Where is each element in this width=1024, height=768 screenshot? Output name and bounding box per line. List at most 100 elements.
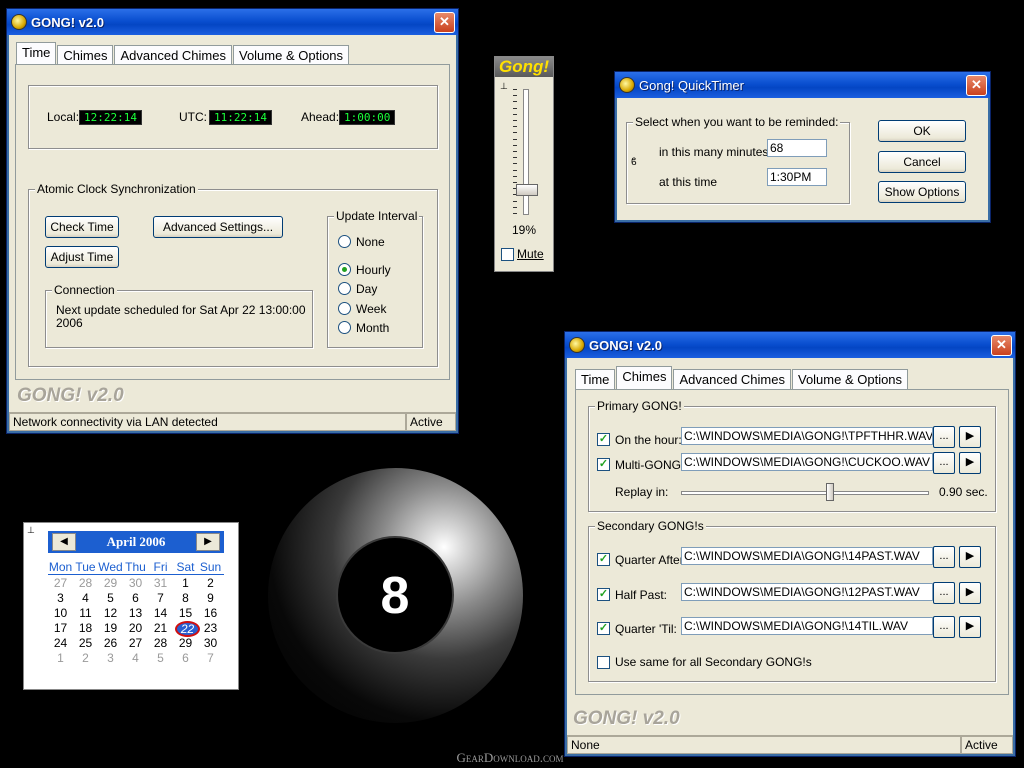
minutes-input[interactable]: 68 — [767, 139, 827, 157]
calendar-day[interactable]: 18 — [73, 621, 98, 635]
chimes-status-text: None — [567, 736, 961, 754]
interval-month-radio[interactable] — [338, 321, 351, 334]
calendar-day[interactable]: 2 — [73, 651, 98, 665]
quarter-til-browse-button[interactable]: ... — [933, 616, 955, 638]
on-the-hour-file-input[interactable]: C:\WINDOWS\MEDIA\GONG!\TPFTHHR.WAV — [681, 427, 933, 445]
quarter-til-play-button[interactable]: ▶ — [959, 616, 981, 638]
interval-hourly-radio[interactable] — [338, 263, 351, 276]
calendar-day[interactable]: 4 — [123, 651, 148, 665]
cancel-button[interactable]: Cancel — [878, 151, 966, 173]
calendar-day[interactable]: 7 — [198, 651, 223, 665]
quarter-after-checkbox[interactable]: ✓ — [597, 553, 610, 566]
next-month-button[interactable]: ▶ — [196, 533, 220, 551]
calendar-day[interactable]: 24 — [48, 636, 73, 650]
quicktimer-titlebar[interactable]: Gong! QuickTimer ✕ — [615, 72, 990, 98]
calendar-day[interactable]: 5 — [148, 651, 173, 665]
time-input[interactable]: 1:30PM — [767, 168, 827, 186]
calendar-day[interactable]: 22 — [175, 621, 200, 637]
reminder-group: Select when you want to be reminded: ϐ i… — [626, 115, 850, 204]
pin-icon[interactable]: ⊥ — [27, 525, 35, 536]
calendar-day[interactable]: 12 — [98, 606, 123, 620]
calendar-day[interactable]: 7 — [148, 591, 173, 605]
replay-slider-track[interactable] — [681, 491, 929, 495]
on-the-hour-browse-button[interactable]: ... — [933, 426, 955, 448]
ahead-time-display: 1:00:00 — [339, 110, 396, 125]
calendar-day[interactable]: 6 — [173, 651, 198, 665]
calendar-day[interactable]: 29 — [98, 576, 123, 590]
same-for-all-checkbox[interactable] — [597, 656, 610, 669]
multi-gong-browse-button[interactable]: ... — [933, 452, 955, 474]
quarter-til-checkbox[interactable]: ✓ — [597, 622, 610, 635]
interval-day-radio[interactable] — [338, 282, 351, 295]
calendar-day[interactable]: 15 — [173, 606, 198, 620]
half-past-play-button[interactable]: ▶ — [959, 582, 981, 604]
close-icon[interactable]: ✕ — [966, 75, 987, 96]
volume-slider-thumb[interactable] — [516, 184, 538, 197]
tab-time[interactable]: Time — [575, 369, 616, 391]
half-past-browse-button[interactable]: ... — [933, 582, 955, 604]
quarter-after-browse-button[interactable]: ... — [933, 546, 955, 568]
calendar-day[interactable]: 19 — [98, 621, 123, 635]
close-icon[interactable]: ✕ — [991, 335, 1012, 356]
calendar-day[interactable]: 5 — [98, 591, 123, 605]
calendar-day[interactable]: 28 — [73, 576, 98, 590]
half-past-checkbox[interactable]: ✓ — [597, 588, 610, 601]
half-past-file-input[interactable]: C:\WINDOWS\MEDIA\GONG!\12PAST.WAV — [681, 583, 933, 601]
calendar-day[interactable]: 17 — [48, 621, 73, 635]
show-options-button[interactable]: Show Options — [878, 181, 966, 203]
main-titlebar[interactable]: GONG! v2.0 ✕ — [7, 9, 458, 35]
multi-gong-checkbox[interactable]: ✓ — [597, 458, 610, 471]
on-the-hour-play-button[interactable]: ▶ — [959, 426, 981, 448]
calendar-day[interactable]: 9 — [198, 591, 223, 605]
ok-button[interactable]: OK — [878, 120, 966, 142]
tab-advanced-chimes[interactable]: Advanced Chimes — [673, 369, 791, 391]
calendar-day[interactable]: 11 — [73, 606, 98, 620]
chimes-titlebar[interactable]: GONG! v2.0 ✕ — [565, 332, 1015, 358]
calendar-day[interactable]: 1 — [48, 651, 73, 665]
interval-none-radio[interactable] — [338, 235, 351, 248]
calendar-day[interactable]: 28 — [148, 636, 173, 650]
calendar-day[interactable]: 31 — [148, 576, 173, 590]
check-time-button[interactable]: Check Time — [45, 216, 119, 238]
calendar-day[interactable]: 2 — [198, 576, 223, 590]
tab-chimes[interactable]: Chimes — [616, 366, 673, 391]
pin-icon[interactable]: ⊥ — [500, 81, 508, 92]
prev-month-button[interactable]: ◀ — [52, 533, 76, 551]
calendar-day[interactable]: 10 — [48, 606, 73, 620]
calendar-day[interactable]: 21 — [148, 621, 173, 635]
calendar-day[interactable]: 13 — [123, 606, 148, 620]
quarter-after-play-button[interactable]: ▶ — [959, 546, 981, 568]
on-the-hour-checkbox[interactable]: ✓ — [597, 433, 610, 446]
calendar-day[interactable]: 3 — [98, 651, 123, 665]
calendar-day[interactable]: 30 — [123, 576, 148, 590]
multi-gong-file-input[interactable]: C:\WINDOWS\MEDIA\GONG!\CUCKOO.WAV — [681, 453, 933, 471]
calendar-day[interactable]: 4 — [73, 591, 98, 605]
advanced-settings-button[interactable]: Advanced Settings... — [153, 216, 283, 238]
calendar-day[interactable]: 26 — [98, 636, 123, 650]
quarter-after-file-input[interactable]: C:\WINDOWS\MEDIA\GONG!\14PAST.WAV — [681, 547, 933, 565]
calendar-day[interactable]: 8 — [173, 591, 198, 605]
calendar-day[interactable]: 20 — [123, 621, 148, 635]
multi-gong-play-button[interactable]: ▶ — [959, 452, 981, 474]
adjust-time-button[interactable]: Adjust Time — [45, 246, 119, 268]
replay-slider-thumb[interactable] — [825, 483, 834, 501]
calendar-day[interactable]: 14 — [148, 606, 173, 620]
magic-8-ball[interactable]: 8 — [268, 468, 523, 723]
quarter-til-file-input[interactable]: C:\WINDOWS\MEDIA\GONG!\14TIL.WAV — [681, 617, 933, 635]
calendar-day[interactable]: 25 — [73, 636, 98, 650]
calendar-day[interactable]: 1 — [173, 576, 198, 590]
calendar-day[interactable]: 30 — [198, 636, 223, 650]
calendar-day[interactable]: 23 — [198, 621, 223, 635]
link-toggle-icon[interactable]: ϐ — [631, 157, 637, 168]
mute-checkbox[interactable] — [501, 248, 514, 261]
calendar-day[interactable]: 29 — [173, 636, 198, 650]
calendar-day[interactable]: 27 — [48, 576, 73, 590]
secondary-gong-legend: Secondary GONG!s — [595, 519, 706, 533]
calendar-day[interactable]: 3 — [48, 591, 73, 605]
tab-volume-options[interactable]: Volume & Options — [791, 369, 909, 391]
interval-week-radio[interactable] — [338, 302, 351, 315]
calendar-day[interactable]: 6 — [123, 591, 148, 605]
calendar-day[interactable]: 16 — [198, 606, 223, 620]
calendar-day[interactable]: 27 — [123, 636, 148, 650]
close-icon[interactable]: ✕ — [434, 12, 455, 33]
